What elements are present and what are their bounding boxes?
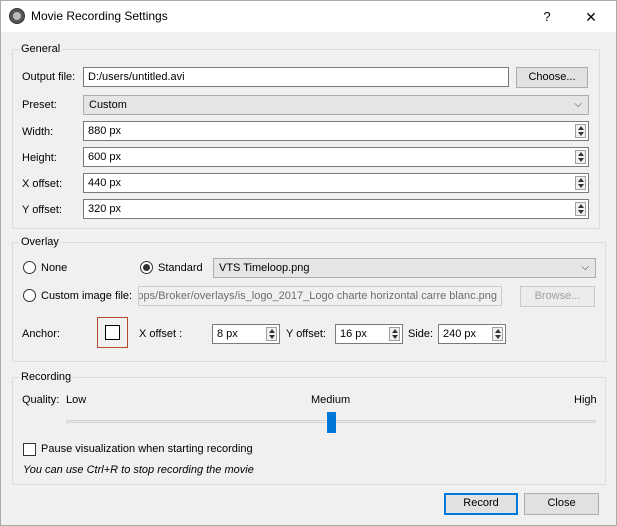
custom-image-label[interactable]: Custom image file:: [41, 290, 132, 302]
standard-overlay-select[interactable]: VTS Timeloop.png ⌵: [213, 258, 596, 278]
custom-image-radio[interactable]: [23, 289, 36, 302]
yoffset-spinbox[interactable]: 320 px: [83, 199, 589, 219]
recording-group-title: Recording: [19, 371, 74, 383]
width-label: Width:: [22, 126, 54, 138]
xoffset-label: X offset:: [22, 178, 63, 190]
help-button[interactable]: ?: [537, 7, 557, 27]
quality-low-label: Low: [66, 394, 87, 406]
width-value: 880 px: [88, 125, 122, 137]
custom-image-input[interactable]: apps/Broker/overlays/is_logo_2017_Logo c…: [138, 286, 502, 306]
spin-arrows-icon[interactable]: [389, 327, 400, 341]
spin-arrows-icon[interactable]: [575, 202, 586, 216]
overlay-group-title: Overlay: [19, 236, 61, 248]
anchor-picker[interactable]: [97, 317, 128, 348]
standard-overlay-value: VTS Timeloop.png: [219, 262, 310, 274]
xoffset-value: 440 px: [88, 177, 122, 189]
quality-medium-label: Medium: [311, 394, 351, 406]
record-button[interactable]: Record: [444, 493, 518, 515]
none-label[interactable]: None: [41, 262, 67, 274]
width-spinbox[interactable]: 880 px: [83, 121, 589, 141]
overlay-yoffset-label: Y offset:: [286, 328, 326, 340]
height-spinbox[interactable]: 600 px: [83, 147, 589, 167]
xoffset-spinbox[interactable]: 440 px: [83, 173, 589, 193]
output-file-input[interactable]: D:/users/untitled.avi: [83, 67, 509, 87]
chevron-down-icon: ⌵: [574, 99, 582, 110]
standard-radio[interactable]: [140, 261, 153, 274]
overlay-xoffset-spinbox[interactable]: 8 px: [212, 324, 280, 344]
dialog-window: Movie Recording Settings ? ✕ General Out…: [0, 0, 617, 526]
spin-arrows-icon[interactable]: [575, 150, 586, 164]
quality-slider-thumb[interactable]: [327, 412, 336, 433]
spin-arrows-icon[interactable]: [492, 327, 503, 341]
quality-label: Quality:: [22, 394, 60, 406]
preset-label: Preset:: [22, 99, 57, 111]
side-value: 240 px: [443, 328, 477, 340]
pause-label[interactable]: Pause visualization when starting record…: [41, 443, 253, 455]
pause-checkbox[interactable]: [23, 443, 36, 456]
height-value: 600 px: [88, 151, 122, 163]
general-group-title: General: [19, 43, 63, 55]
close-button[interactable]: Close: [524, 493, 599, 515]
preset-select[interactable]: Custom ⌵: [83, 95, 589, 115]
yoffset-label: Y offset:: [22, 204, 62, 216]
standard-label[interactable]: Standard: [158, 262, 203, 274]
anchor-square-icon: [105, 325, 120, 340]
overlay-yoffset-value: 16 px: [340, 328, 367, 340]
side-spinbox[interactable]: 240 px: [438, 324, 506, 344]
spin-arrows-icon[interactable]: [266, 327, 277, 341]
spin-arrows-icon[interactable]: [575, 124, 586, 138]
app-icon: [9, 8, 25, 24]
overlay-xoffset-label: X offset :: [139, 328, 183, 340]
title-bar: Movie Recording Settings ? ✕: [1, 1, 616, 32]
quality-high-label: High: [574, 394, 597, 406]
choose-button[interactable]: Choose...: [516, 67, 588, 88]
anchor-label: Anchor:: [22, 328, 60, 340]
none-radio[interactable]: [23, 261, 36, 274]
height-label: Height:: [22, 152, 57, 164]
overlay-yoffset-spinbox[interactable]: 16 px: [335, 324, 403, 344]
output-file-label: Output file:: [22, 71, 76, 83]
window-title: Movie Recording Settings: [31, 9, 168, 23]
browse-button[interactable]: Browse...: [520, 286, 595, 307]
spin-arrows-icon[interactable]: [575, 176, 586, 190]
preset-value: Custom: [89, 99, 127, 111]
chevron-down-icon: ⌵: [581, 262, 589, 273]
close-icon[interactable]: ✕: [581, 7, 601, 27]
side-label: Side:: [408, 328, 434, 340]
yoffset-value: 320 px: [88, 203, 122, 215]
shortcut-hint: You can use Ctrl+R to stop recording the…: [23, 464, 254, 476]
overlay-xoffset-value: 8 px: [217, 328, 238, 340]
